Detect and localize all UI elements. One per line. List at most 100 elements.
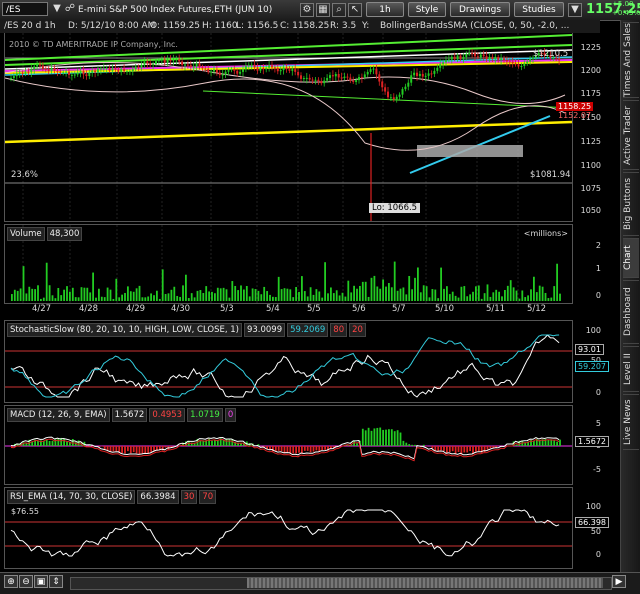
zoom-in-icon[interactable]: ⊕ <box>4 575 18 588</box>
macd-hist-bar <box>490 446 492 448</box>
stochastic-d-line <box>11 335 559 397</box>
volume-bar <box>388 283 390 301</box>
volume-bar <box>461 287 463 301</box>
style-button[interactable]: Style <box>408 2 446 17</box>
volume-bar <box>316 289 318 301</box>
macd-hist-bar <box>113 446 115 451</box>
zoom-out-icon[interactable]: ⊖ <box>19 575 33 588</box>
link-icon[interactable]: ☍ <box>64 3 76 15</box>
volume-header: Volume48,300 <box>7 227 84 239</box>
volume-bar <box>434 290 436 301</box>
candle-body <box>352 81 354 82</box>
candle-body <box>520 66 522 67</box>
symbol-input[interactable]: /ES <box>2 2 48 16</box>
time-axis-tick: 4/29 <box>126 304 145 314</box>
volume-bar <box>26 293 28 301</box>
tab-active-trader[interactable]: Active Trader <box>623 100 639 170</box>
macd-hist-bar <box>556 442 558 446</box>
symbol-lookup-icon[interactable]: ▼ <box>51 3 63 15</box>
candle-body <box>91 71 93 73</box>
volume-bar <box>263 287 265 301</box>
candle-body <box>233 69 235 71</box>
cursor-icon[interactable]: ↖ <box>348 3 362 17</box>
volume-bar <box>333 293 335 301</box>
volume-bar <box>472 292 474 301</box>
volume-bar <box>536 292 538 301</box>
volume-bar <box>168 293 170 301</box>
stochastic-panel[interactable]: StochasticSlow (80, 20, 10, 10, HIGH, LO… <box>4 320 573 403</box>
volume-bar <box>289 289 291 301</box>
volume-bar <box>55 298 57 301</box>
indicator-y: Y: <box>362 20 369 33</box>
rsi-panel[interactable]: RSI_EMA (14, 70, 30, CLOSE)66.39843070 $… <box>4 487 573 569</box>
candle-body <box>10 78 12 79</box>
candle-body <box>201 67 203 68</box>
candle-body <box>175 59 177 60</box>
grid-icon[interactable]: ▦ <box>316 3 330 17</box>
expand-icon[interactable]: ⇕ <box>49 575 63 588</box>
volume-bar <box>17 291 19 301</box>
volume-bar <box>484 293 486 301</box>
macd-hist-bar <box>521 441 523 446</box>
macd-hist-bar <box>121 446 123 453</box>
stochastic-k-line <box>11 335 559 397</box>
volume-bar <box>182 285 184 301</box>
volume-bar <box>202 293 204 301</box>
macd-hist-bar <box>356 443 358 446</box>
settings-icon[interactable]: ⚙ <box>300 3 314 17</box>
fit-icon[interactable]: ▣ <box>34 575 48 588</box>
candle-body <box>523 63 525 66</box>
volume-bar <box>516 291 518 301</box>
macd-hist-bar <box>437 446 439 451</box>
volume-bar <box>211 292 213 301</box>
rsi-value: 66.3984 <box>137 490 178 504</box>
studies-button[interactable]: Studies <box>514 2 564 17</box>
volume-bar <box>504 290 506 301</box>
candle-body <box>219 73 221 75</box>
dropdown-icon[interactable]: ▼ <box>568 3 582 17</box>
tab-dashboard[interactable]: Dashboard <box>623 280 639 344</box>
macd-hist-bar <box>287 446 289 453</box>
candle-body <box>13 76 15 78</box>
macd-hist-bar <box>388 429 390 446</box>
volume-bar <box>23 266 25 301</box>
net-change: +5.00 <box>612 0 633 8</box>
time-axis-tick: 5/12 <box>527 304 546 314</box>
candle-body <box>326 78 328 81</box>
volume-bar <box>371 278 373 301</box>
volume-bar <box>208 291 210 301</box>
candle-body <box>465 54 467 57</box>
tab-level-ii[interactable]: Level II <box>623 346 639 392</box>
macd-hist-bar <box>458 446 460 452</box>
scrollbar-thumb[interactable] <box>247 578 603 588</box>
candle-body <box>323 81 325 84</box>
macd-hist-bar <box>211 441 213 446</box>
zoom-icon[interactable]: ⌕ <box>332 3 346 17</box>
candle-body <box>413 73 415 76</box>
volume-bar <box>521 290 523 301</box>
volume-bar <box>113 299 115 301</box>
volume-panel[interactable]: Volume48,300 <millions> <box>4 224 573 304</box>
volume-bar <box>115 279 117 301</box>
candle-body <box>277 68 279 71</box>
horizontal-scrollbar[interactable] <box>70 577 612 590</box>
tab-big-buttons[interactable]: Big Buttons <box>623 172 639 236</box>
candle-body <box>251 65 253 66</box>
candle-body <box>97 69 99 72</box>
scroll-end-icon[interactable]: ▶ <box>612 575 626 588</box>
drawings-button[interactable]: Drawings <box>450 2 510 17</box>
macd-panel[interactable]: MACD (12, 26, 9, EMA)1.56720.49531.07190 <box>4 405 573 485</box>
tab-times-and-sales[interactable]: Times And Sales <box>623 22 639 98</box>
price-tick: 1050 <box>581 206 601 215</box>
volume-bar <box>469 294 471 301</box>
volume-bar <box>272 297 274 301</box>
candle-body <box>294 69 296 72</box>
price-panel[interactable]: 2010 © TD AMERITRADE IP Company, Inc. $1… <box>4 33 573 222</box>
volume-bar <box>542 287 544 301</box>
macd-hist-bar <box>391 429 393 446</box>
tab-live-news[interactable]: Live News <box>623 394 639 450</box>
volume-bar <box>432 289 434 301</box>
timeframe-button[interactable]: 1h <box>366 2 404 17</box>
candle-body <box>74 74 76 75</box>
tab-chart[interactable]: Chart <box>623 238 639 278</box>
